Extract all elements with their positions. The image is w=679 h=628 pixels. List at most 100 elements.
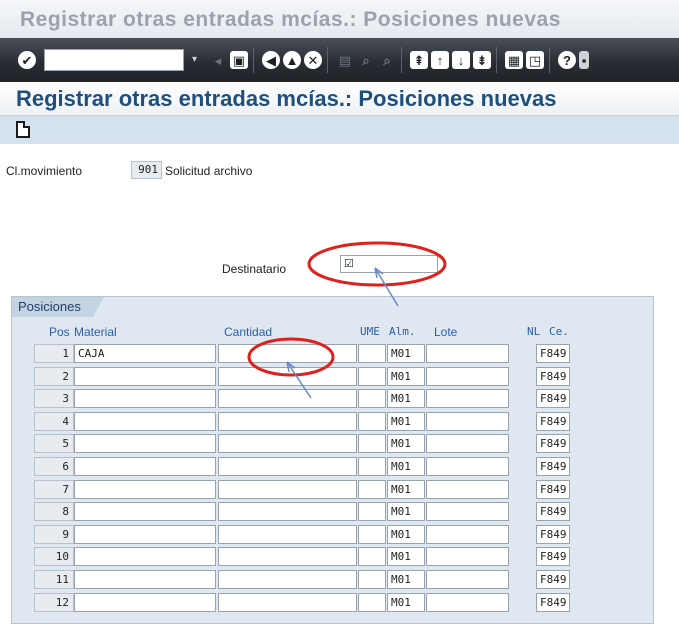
unit-input[interactable]	[358, 592, 386, 612]
batch-input[interactable]	[426, 592, 509, 612]
plant-input[interactable]: F849	[536, 389, 570, 409]
batch-input[interactable]	[426, 502, 509, 522]
column-header-unit[interactable]: UME	[360, 325, 380, 338]
material-input[interactable]	[74, 366, 216, 386]
plant-input[interactable]: F849	[536, 479, 570, 499]
unit-input[interactable]	[358, 479, 386, 499]
material-input[interactable]	[74, 411, 216, 431]
material-input[interactable]	[74, 502, 216, 522]
material-input[interactable]	[74, 547, 216, 567]
batch-input[interactable]	[426, 344, 509, 363]
plant-input[interactable]: F849	[536, 502, 570, 522]
storage-location-input[interactable]: M01	[387, 502, 425, 522]
plant-input[interactable]: F849	[536, 434, 570, 454]
quantity-input[interactable]	[218, 389, 357, 409]
back-arrow-icon[interactable]: ◂	[209, 51, 227, 69]
storage-location-input[interactable]: M01	[387, 457, 425, 476]
shortcut-icon[interactable]: ◳	[526, 51, 544, 69]
quantity-input[interactable]	[218, 502, 357, 522]
unit-input[interactable]	[358, 547, 386, 567]
unit-input[interactable]	[358, 434, 386, 454]
dropdown-icon[interactable]: ▾	[192, 54, 197, 65]
batch-input[interactable]	[426, 411, 509, 431]
previous-page-icon[interactable]: ↑	[431, 51, 449, 69]
find-next-icon[interactable]: ⌕	[378, 51, 396, 69]
storage-location-input[interactable]: M01	[387, 479, 425, 499]
batch-input[interactable]	[426, 389, 509, 409]
quantity-input[interactable]	[218, 411, 357, 431]
plant-input[interactable]: F849	[536, 547, 570, 567]
batch-input[interactable]	[426, 524, 509, 544]
unit-input[interactable]	[358, 502, 386, 522]
find-icon[interactable]: ⌕	[357, 51, 375, 69]
batch-input[interactable]	[426, 479, 509, 499]
storage-location-input[interactable]: M01	[387, 344, 425, 363]
next-page-icon[interactable]: ↓	[452, 51, 470, 69]
column-header-storage[interactable]: Alm.	[389, 325, 416, 338]
column-header-plant[interactable]: Ce.	[549, 325, 569, 338]
material-input[interactable]: CAJA	[74, 344, 216, 363]
storage-location-input[interactable]: M01	[387, 366, 425, 386]
unit-input[interactable]	[358, 457, 386, 476]
first-page-icon[interactable]: ⇞	[410, 51, 428, 69]
command-input[interactable]	[45, 50, 183, 70]
material-input[interactable]	[74, 434, 216, 454]
unit-input[interactable]	[358, 411, 386, 431]
print-icon[interactable]: ▤	[336, 51, 354, 69]
exit-icon[interactable]: ▲	[283, 51, 301, 69]
quantity-input[interactable]	[218, 366, 357, 386]
cancel-icon[interactable]: ✕	[304, 51, 322, 69]
plant-input[interactable]: F849	[536, 411, 570, 431]
material-input[interactable]	[74, 524, 216, 544]
plant-input[interactable]: F849	[536, 592, 570, 612]
plant-input[interactable]: F849	[536, 570, 570, 589]
quantity-input[interactable]	[218, 547, 357, 567]
material-input[interactable]	[74, 457, 216, 476]
quantity-input[interactable]	[218, 570, 357, 589]
unit-input[interactable]	[358, 389, 386, 409]
column-header-batch[interactable]: Lote	[434, 325, 457, 339]
new-document-icon[interactable]	[16, 121, 30, 138]
quantity-input[interactable]	[218, 524, 357, 544]
material-input[interactable]	[74, 592, 216, 612]
unit-input[interactable]	[358, 524, 386, 544]
help-icon[interactable]: ?	[558, 51, 576, 69]
storage-location-input[interactable]: M01	[387, 411, 425, 431]
storage-location-input[interactable]: M01	[387, 389, 425, 409]
column-header-quantity[interactable]: Cantidad	[224, 325, 272, 339]
batch-input[interactable]	[426, 547, 509, 567]
storage-location-input[interactable]: M01	[387, 524, 425, 544]
plant-input[interactable]: F849	[536, 366, 570, 386]
batch-input[interactable]	[426, 570, 509, 589]
quantity-input[interactable]	[218, 457, 357, 476]
unit-input[interactable]	[358, 570, 386, 589]
command-field[interactable]: ▾	[44, 49, 197, 71]
batch-input[interactable]	[426, 366, 509, 386]
recipient-checkbox[interactable]: ☑	[340, 255, 438, 273]
storage-location-input[interactable]: M01	[387, 547, 425, 567]
quantity-input[interactable]	[218, 344, 357, 363]
unit-input[interactable]	[358, 366, 386, 386]
quantity-input[interactable]	[218, 434, 357, 454]
material-input[interactable]	[74, 479, 216, 499]
layout-menu-icon[interactable]: ▪	[579, 51, 589, 69]
plant-input[interactable]: F849	[536, 457, 570, 476]
column-header-pos[interactable]: Pos	[49, 325, 70, 339]
batch-input[interactable]	[426, 457, 509, 476]
storage-location-input[interactable]: M01	[387, 570, 425, 589]
column-header-material[interactable]: Material	[74, 325, 117, 339]
new-session-icon[interactable]: ▦	[505, 51, 523, 69]
back-icon[interactable]: ◀	[262, 51, 280, 69]
material-input[interactable]	[74, 570, 216, 589]
save-icon[interactable]: ▣	[230, 51, 248, 69]
material-input[interactable]	[74, 389, 216, 409]
quantity-input[interactable]	[218, 592, 357, 612]
plant-input[interactable]: F849	[536, 344, 570, 363]
storage-location-input[interactable]: M01	[387, 592, 425, 612]
unit-input[interactable]	[358, 344, 386, 363]
storage-location-input[interactable]: M01	[387, 434, 425, 454]
plant-input[interactable]: F849	[536, 524, 570, 544]
enter-icon[interactable]: ✔	[18, 51, 36, 69]
last-page-icon[interactable]: ⇟	[473, 51, 491, 69]
column-header-nl[interactable]: NL	[527, 325, 540, 338]
